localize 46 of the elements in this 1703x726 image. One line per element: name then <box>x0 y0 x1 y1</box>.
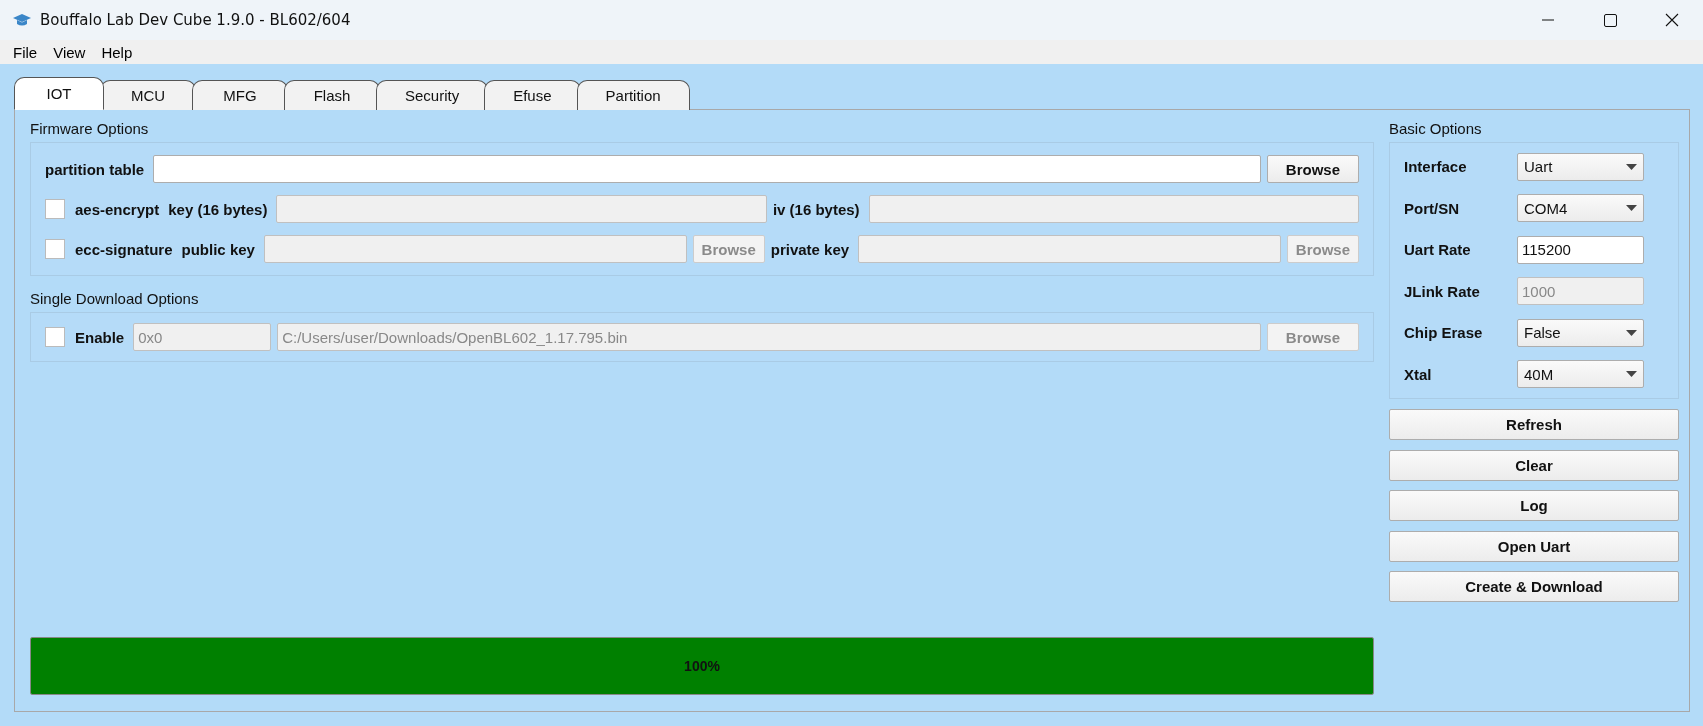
private-key-field[interactable] <box>858 235 1281 263</box>
dropdown-arrow-icon <box>1626 371 1637 378</box>
app-logo-icon <box>12 13 32 27</box>
group-title: Basic Options <box>1389 120 1483 137</box>
field-label: Interface <box>1404 158 1468 176</box>
dropdown[interactable]: False <box>1517 318 1644 347</box>
dropdown-arrow-icon <box>1626 205 1637 212</box>
menu-item[interactable]: File <box>13 43 38 61</box>
minimize-icon <box>1542 19 1554 21</box>
dropdown[interactable]: COM4 <box>1517 194 1644 223</box>
progress-label: 100% <box>684 658 720 674</box>
field-label: Port/SN <box>1404 199 1460 217</box>
menu-item[interactable]: View <box>53 43 86 61</box>
iv-field[interactable] <box>868 195 1359 223</box>
dropdown[interactable]: 40M <box>1517 360 1644 389</box>
action-button[interactable]: Log <box>1389 490 1679 521</box>
field-label: key (16 bytes) <box>168 200 268 218</box>
action-button[interactable]: Clear <box>1389 449 1679 481</box>
field-label: Uart Rate <box>1404 241 1472 259</box>
close-icon <box>1665 13 1679 27</box>
dropdown[interactable]: Uart <box>1517 152 1644 181</box>
window-title: Bouffalo Lab Dev Cube 1.9.0 - BL602/604 <box>40 11 351 29</box>
group-title: Firmware Options <box>30 120 150 137</box>
field-label: JLink Rate <box>1404 282 1481 300</box>
field-label: Xtal <box>1404 365 1433 383</box>
tab[interactable]: Partition <box>576 80 690 110</box>
partition-table-field[interactable] <box>153 155 1261 183</box>
menu-item[interactable]: Help <box>101 43 133 61</box>
field-label: private key <box>770 240 850 258</box>
action-button[interactable]: Refresh <box>1389 409 1679 440</box>
dropdown-arrow-icon <box>1626 163 1637 170</box>
dropdown-arrow-icon <box>1626 329 1637 336</box>
field-label: Chip Erase <box>1404 324 1484 342</box>
input-field[interactable]: 115200 <box>1517 235 1644 264</box>
field-label: partition table <box>45 160 145 178</box>
group-title: Single Download Options <box>30 290 200 307</box>
checkbox-label: aes-encrypt <box>75 200 160 218</box>
checkbox-label: ecc-signature <box>75 240 173 258</box>
maximize-icon <box>1603 13 1617 27</box>
field-label: iv (16 bytes) <box>772 200 860 218</box>
tab[interactable]: IOT <box>14 77 104 110</box>
action-button[interactable]: Create & Download <box>1389 571 1679 602</box>
action-button[interactable]: Open Uart <box>1389 530 1679 562</box>
browse-button[interactable]: Browse <box>1266 155 1359 183</box>
checkbox-label: Enable <box>75 328 125 346</box>
field-label: public key <box>181 240 255 258</box>
